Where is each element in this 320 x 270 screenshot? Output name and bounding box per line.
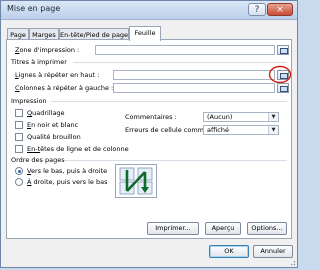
over-then-down-radio[interactable]: [15, 178, 23, 186]
black-white-label: En noir et blanc: [27, 121, 79, 129]
down-then-over-label: Vers le bas, puis à droite: [27, 167, 108, 175]
draft-quality-label: Qualité brouillon: [27, 133, 81, 141]
comments-select[interactable]: (Aucun) ▼: [203, 112, 279, 122]
collapse-dialog-icon[interactable]: [277, 45, 289, 55]
row-col-headings-checkbox[interactable]: [15, 145, 23, 153]
print-button[interactable]: Imprimer...: [147, 222, 199, 235]
section-divider: [65, 160, 287, 161]
print-area-label: Zone d'impression :: [15, 46, 80, 54]
cell-errors-value: affiché: [207, 126, 229, 134]
preview-button[interactable]: Aperçu: [205, 222, 241, 235]
cell-errors-select[interactable]: affiché ▼: [203, 125, 279, 135]
resize-grip-icon[interactable]: [288, 258, 296, 266]
close-button[interactable]: ×: [267, 3, 293, 16]
tab-sheet[interactable]: Feuille: [129, 26, 161, 41]
print-area-field[interactable]: [95, 45, 275, 55]
print-section-title: Impression: [11, 97, 47, 105]
over-then-down-label: À droite, puis vers le bas: [27, 178, 108, 186]
page-order-preview-icon: [115, 164, 157, 198]
collapse-dialog-icon[interactable]: [277, 83, 289, 93]
rows-to-repeat-label: Lignes à répéter en haut :: [15, 71, 100, 79]
page-order-section-title: Ordre des pages: [11, 156, 65, 164]
titles-section-title: Titres à imprimer: [11, 58, 67, 66]
columns-to-repeat-label: Colonnes à répéter à gauche :: [15, 84, 114, 92]
row-col-headings-label: En-têtes de ligne et de colonne: [27, 145, 129, 153]
gridlines-checkbox[interactable]: [15, 109, 23, 117]
gridlines-label: Quadrillage: [27, 109, 65, 117]
cell-errors-label: Erreurs de cellule comme :: [125, 126, 213, 134]
section-divider: [73, 62, 287, 63]
page-setup-dialog: Mise en page ? × Page Marges En-tête/Pie…: [0, 0, 298, 268]
highlight-circle: [268, 65, 292, 84]
dialog-title: Mise en page: [7, 4, 61, 13]
help-button[interactable]: ?: [248, 3, 266, 16]
black-white-checkbox[interactable]: [15, 121, 23, 129]
chevron-down-icon: ▼: [268, 126, 278, 134]
ok-button[interactable]: OK: [209, 245, 249, 258]
options-button[interactable]: Options...: [247, 222, 287, 235]
sheet-panel: Zone d'impression : Titres à imprimer Li…: [6, 39, 292, 239]
comments-value: (Aucun): [207, 113, 233, 121]
section-divider: [51, 101, 287, 102]
rows-to-repeat-field[interactable]: [113, 70, 275, 80]
cancel-button[interactable]: Annuler: [253, 245, 293, 258]
down-then-over-radio[interactable]: [15, 167, 23, 175]
comments-label: Commentaires :: [125, 113, 177, 121]
title-bar: Mise en page ? ×: [1, 1, 297, 20]
chevron-down-icon: ▼: [268, 113, 278, 121]
columns-to-repeat-field[interactable]: [113, 83, 275, 93]
draft-quality-checkbox[interactable]: [15, 133, 23, 141]
